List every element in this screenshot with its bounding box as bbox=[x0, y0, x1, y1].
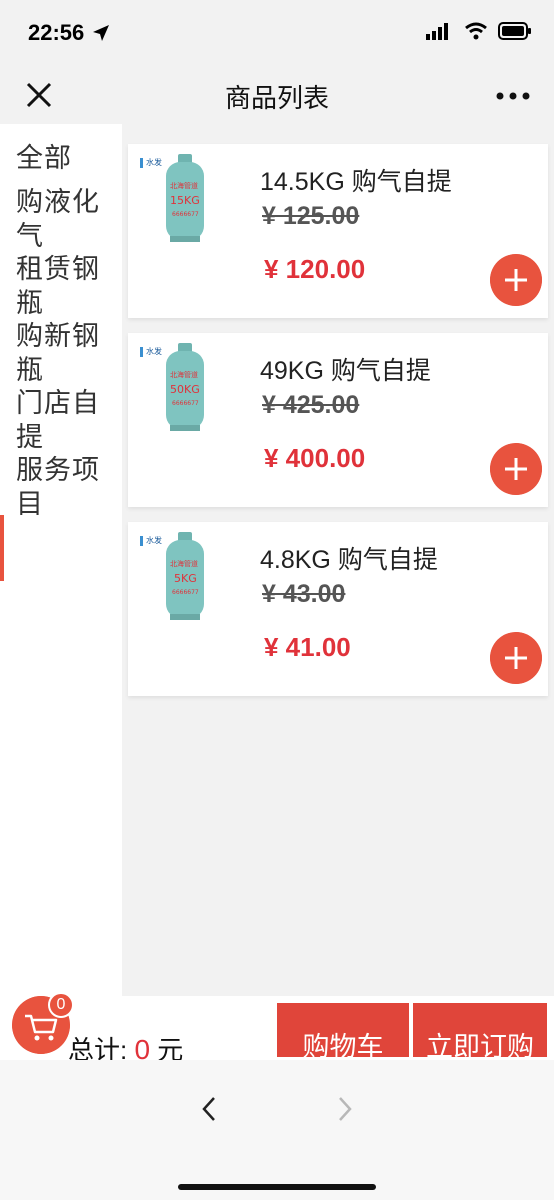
product-card[interactable]: 水发 北海管道 5KG 6666677 4.8KG 购气自提 ¥ 43.00 ¥… bbox=[128, 522, 548, 696]
page-title: 商品列表 bbox=[224, 83, 329, 113]
more-icon[interactable] bbox=[496, 92, 530, 100]
plus-icon[interactable] bbox=[490, 632, 542, 684]
sidebar-item-store-pickup[interactable]: 门店自提 bbox=[16, 386, 112, 454]
sidebar-item-buy-new-cylinder[interactable]: 购新钢瓶 bbox=[16, 319, 112, 387]
product-original-price: ¥ 125.00 bbox=[262, 202, 360, 230]
status-bar: 22:56 bbox=[0, 0, 554, 64]
wifi-icon bbox=[465, 22, 487, 40]
product-card[interactable]: 水发 北海管道 50KG 6666677 49KG 购气自提 ¥ 425.00 … bbox=[128, 333, 548, 507]
home-indicator bbox=[178, 1184, 376, 1190]
nav-bar: 商品列表 bbox=[0, 64, 554, 124]
location-arrow-icon bbox=[93, 25, 109, 41]
signal-icon bbox=[426, 23, 448, 40]
product-image-weight: 50KG bbox=[170, 383, 200, 396]
sidebar-item-rent-cylinder[interactable]: 租赁钢瓶 bbox=[16, 252, 112, 320]
plus-icon[interactable] bbox=[490, 254, 542, 306]
product-image-brand: 水发 bbox=[146, 157, 162, 167]
status-time: 22:56 bbox=[28, 20, 85, 45]
product-name: 49KG 购气自提 bbox=[260, 357, 431, 385]
product-image-label: 北海管道 bbox=[170, 559, 198, 568]
product-image-phone: 6666677 bbox=[172, 400, 199, 407]
product-name: 4.8KG 购气自提 bbox=[260, 546, 438, 574]
battery-icon bbox=[498, 22, 531, 40]
browser-bottom-bar bbox=[0, 1060, 554, 1200]
product-image-phone: 6666677 bbox=[172, 211, 199, 218]
gas-cylinder-image: 水发 北海管道 5KG 6666677 bbox=[140, 532, 204, 620]
product-image-label: 北海管道 bbox=[170, 181, 198, 190]
product-image-weight: 15KG bbox=[170, 194, 200, 207]
chevron-right-icon[interactable] bbox=[334, 1094, 356, 1124]
product-price: ¥ 120.00 bbox=[264, 254, 366, 284]
product-image-brand: 水发 bbox=[146, 535, 162, 545]
order-now-button[interactable]: 立即订购 bbox=[413, 1003, 547, 1057]
product-list: 水发 北海管道 15KG 6666677 14.5KG 购气自提 ¥ 125.0… bbox=[122, 124, 554, 996]
product-image-phone: 6666677 bbox=[172, 589, 199, 596]
sidebar-item-all[interactable]: 全部 bbox=[16, 141, 112, 175]
active-indicator bbox=[0, 515, 4, 581]
status-icons bbox=[426, 22, 532, 40]
product-original-price: ¥ 43.00 bbox=[262, 580, 346, 608]
cart-button[interactable]: 购物车 bbox=[277, 1003, 409, 1057]
product-image-brand: 水发 bbox=[146, 346, 162, 356]
product-image-weight: 5KG bbox=[174, 572, 197, 585]
chevron-left-icon[interactable] bbox=[198, 1094, 220, 1124]
plus-icon[interactable] bbox=[490, 443, 542, 495]
cart-count-badge: 0 bbox=[48, 992, 74, 1018]
gas-cylinder-image: 水发 北海管道 50KG 6666677 bbox=[140, 343, 204, 431]
product-name: 14.5KG 购气自提 bbox=[260, 168, 452, 196]
product-price: ¥ 41.00 bbox=[264, 632, 351, 662]
category-sidebar: 全部 购液化气 租赁钢瓶 购新钢瓶 门店自提 服务项目 bbox=[0, 124, 122, 996]
gas-cylinder-image: 水发 北海管道 15KG 6666677 bbox=[140, 154, 204, 242]
sidebar-item-buy-lpg[interactable]: 购液化气 bbox=[16, 185, 112, 253]
product-card[interactable]: 水发 北海管道 15KG 6666677 14.5KG 购气自提 ¥ 125.0… bbox=[128, 144, 548, 318]
product-price: ¥ 400.00 bbox=[264, 443, 366, 473]
product-image-label: 北海管道 bbox=[170, 370, 198, 379]
sidebar-item-services[interactable]: 服务项目 bbox=[16, 453, 112, 521]
product-original-price: ¥ 425.00 bbox=[262, 391, 360, 419]
